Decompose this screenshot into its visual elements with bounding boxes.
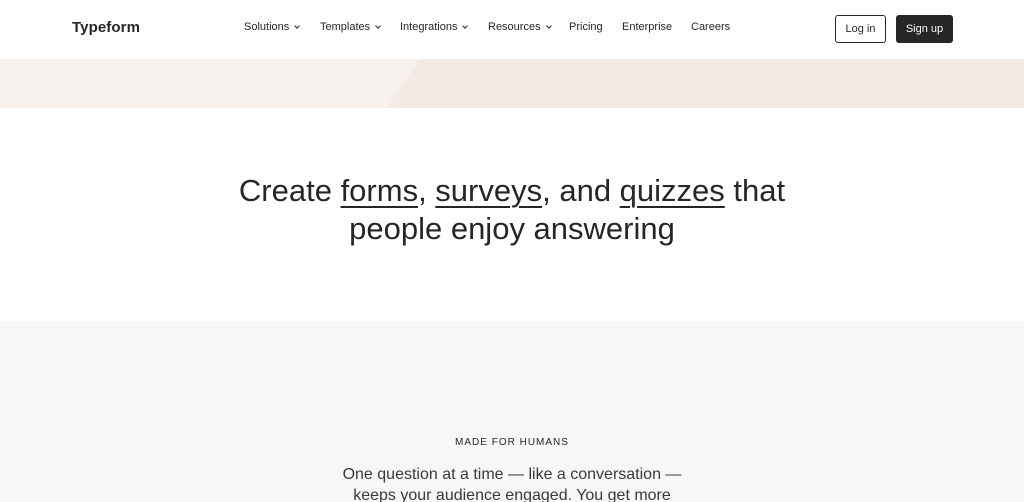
- section-body-line-2: keeps your audience engaged. You get mor…: [353, 487, 671, 502]
- nav-pricing[interactable]: Pricing: [569, 21, 603, 33]
- nav-resources-label: Resources: [488, 21, 541, 33]
- site-header: Typeform Solutions Templates Integration…: [0, 0, 1024, 59]
- nav-careers[interactable]: Careers: [691, 21, 730, 33]
- signup-button[interactable]: Sign up: [896, 15, 953, 43]
- headline-line-2: people enjoy answering: [349, 211, 675, 246]
- hero-banner-band: [0, 59, 1024, 108]
- nav-templates[interactable]: Templates: [320, 21, 381, 33]
- section-body: One question at a time — like a conversa…: [0, 464, 1024, 502]
- nav-resources[interactable]: Resources: [488, 21, 552, 33]
- section-body-line-1: One question at a time — like a conversa…: [342, 466, 682, 483]
- quizzes-link[interactable]: quizzes: [620, 173, 725, 208]
- chevron-down-icon: [545, 23, 552, 29]
- nav-integrations[interactable]: Integrations: [400, 21, 469, 33]
- login-button[interactable]: Log in: [835, 15, 886, 43]
- nav-enterprise[interactable]: Enterprise: [622, 21, 672, 33]
- nav-pricing-label: Pricing: [569, 21, 603, 33]
- nav-integrations-label: Integrations: [400, 21, 458, 33]
- section-eyebrow: MADE FOR HUMANS: [455, 437, 569, 448]
- headline-text: that: [724, 173, 786, 208]
- hero-headline: Create forms, surveys, and quizzes that …: [0, 172, 1024, 248]
- headline-text: ,: [418, 173, 436, 208]
- headline-text: Create: [238, 173, 341, 208]
- nav-careers-label: Careers: [691, 21, 731, 33]
- nav-solutions[interactable]: Solutions: [244, 21, 301, 33]
- chevron-down-icon: [462, 23, 469, 29]
- chevron-down-icon: [294, 23, 301, 29]
- made-for-humans-section: MADE FOR HUMANS One question at a time —…: [0, 321, 1024, 502]
- nav-templates-label: Templates: [320, 21, 371, 33]
- forms-link[interactable]: forms: [341, 173, 419, 208]
- surveys-link[interactable]: surveys: [435, 173, 542, 208]
- nav-enterprise-label: Enterprise: [622, 21, 673, 33]
- chevron-down-icon: [375, 23, 381, 29]
- hero-band-light-shape: [0, 59, 420, 108]
- typeform-logo[interactable]: Typeform: [72, 19, 140, 36]
- nav-solutions-label: Solutions: [244, 21, 290, 33]
- headline-text: , and: [542, 173, 620, 208]
